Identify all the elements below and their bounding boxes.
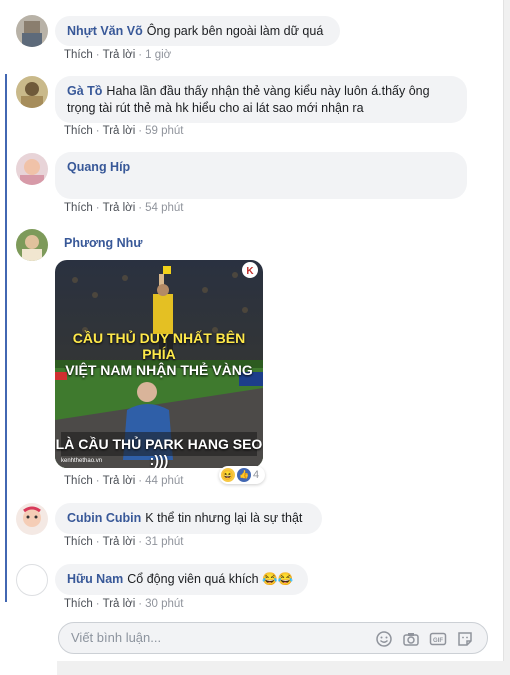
commenter-name[interactable]: Cubin Cubin <box>67 511 141 525</box>
bottom-strip <box>57 661 505 675</box>
comment-actions: Thích · Trả lời · 1 giờ <box>64 49 172 61</box>
commenter-name[interactable]: Hữu Nam <box>67 572 123 586</box>
comment-image[interactable]: K CẦU THỦ DUY NHẤT BÊN PHÍA VIỆT NAM NHẬ… <box>55 260 263 468</box>
comment-time[interactable]: 30 phút <box>145 598 183 610</box>
avatar[interactable] <box>16 229 48 261</box>
comment-text: Ông park bên ngoài làm dữ quá <box>146 24 324 38</box>
reply-link[interactable]: Trả lời <box>103 202 136 214</box>
commenter-name[interactable]: Phương Như <box>64 236 142 250</box>
svg-text:GIF: GIF <box>433 638 443 644</box>
reply-link[interactable]: Trả lời <box>103 49 136 61</box>
comment-actions: Thích · Trả lời · 59 phút <box>64 125 184 137</box>
avatar[interactable] <box>16 503 48 535</box>
like-reaction-icon: 👍 <box>237 468 251 482</box>
comment-bubble: Hữu Nam Cổ động viên quá khích 😂😂 <box>55 564 308 595</box>
comment-bubble: Quang Híp <box>55 152 467 199</box>
comment-text-line2: trọng tài rút thẻ mà hk hiểu cho ai lát … <box>67 101 364 115</box>
comment-actions: Thích · Trả lời · 31 phút <box>64 536 184 548</box>
comment-time[interactable]: 54 phút <box>145 202 183 214</box>
commenter-name[interactable]: Nhựt Văn Võ <box>67 24 143 38</box>
reply-link[interactable]: Trả lời <box>103 536 136 548</box>
comment-time[interactable]: 44 phút <box>145 475 183 487</box>
commenter-name[interactable]: Gà Tồ <box>67 84 102 98</box>
like-link[interactable]: Thích <box>64 125 93 137</box>
sticker-icon[interactable] <box>456 630 474 648</box>
reply-link[interactable]: Trả lời <box>103 125 136 137</box>
reaction-count: 4 <box>253 469 260 481</box>
reply-link[interactable]: Trả lời <box>103 598 136 610</box>
comment-actions: Thích · Trả lời · 54 phút <box>64 202 184 214</box>
reactions-summary[interactable]: 😆 👍 4 <box>219 466 266 484</box>
avatar[interactable] <box>16 153 48 185</box>
comment-bubble: Cubin Cubin K thể tin nhưng lại là sự thậ… <box>55 503 322 534</box>
comment-text: Cổ động viên quá khích <box>127 572 259 586</box>
comment-text: K thể tin nhưng lại là sự thật <box>145 511 303 525</box>
comment-bubble: Gà Tồ Haha lần đầu thấy nhận thẻ vàng kiể… <box>55 76 467 123</box>
comment-bubble: Nhựt Văn Võ Ông park bên ngoài làm dữ quá <box>55 16 340 46</box>
commenter-name-wrap: Phương Như <box>64 236 146 250</box>
scrollbar[interactable] <box>503 0 510 675</box>
like-link[interactable]: Thích <box>64 475 93 487</box>
comment-emoji: 😂😂 <box>262 572 294 586</box>
comment-input[interactable] <box>69 629 363 646</box>
comment-composer[interactable]: GIF <box>58 622 488 654</box>
like-link[interactable]: Thích <box>64 536 93 548</box>
svg-text:K: K <box>246 266 254 277</box>
reply-link[interactable]: Trả lời <box>103 475 136 487</box>
image-watermark: kenhthethao.vn <box>61 458 103 464</box>
avatar[interactable] <box>16 564 48 596</box>
comment-time[interactable]: 1 giờ <box>145 49 171 61</box>
comment-time[interactable]: 59 phút <box>145 125 183 137</box>
comment-actions: Thích · Trả lời · 44 phút <box>64 475 184 487</box>
image-caption-top: CẦU THỦ DUY NHẤT BÊN PHÍA VIỆT NAM NHẬN … <box>65 330 253 378</box>
gif-icon[interactable]: GIF <box>429 630 447 648</box>
comment-time[interactable]: 31 phút <box>145 536 183 548</box>
emoji-icon[interactable] <box>375 630 393 648</box>
haha-reaction-icon: 😆 <box>221 468 235 482</box>
comment-text: Haha lần đầu thấy nhận thẻ vàng kiểu này… <box>106 84 430 98</box>
avatar[interactable] <box>16 76 48 108</box>
commenter-name[interactable]: Quang Híp <box>67 160 130 174</box>
thread-indicator <box>5 74 7 602</box>
like-link[interactable]: Thích <box>64 49 93 61</box>
avatar[interactable] <box>16 15 48 47</box>
camera-icon[interactable] <box>402 630 420 648</box>
like-link[interactable]: Thích <box>64 202 93 214</box>
like-link[interactable]: Thích <box>64 598 93 610</box>
comment-actions: Thích · Trả lời · 30 phút <box>64 598 184 610</box>
